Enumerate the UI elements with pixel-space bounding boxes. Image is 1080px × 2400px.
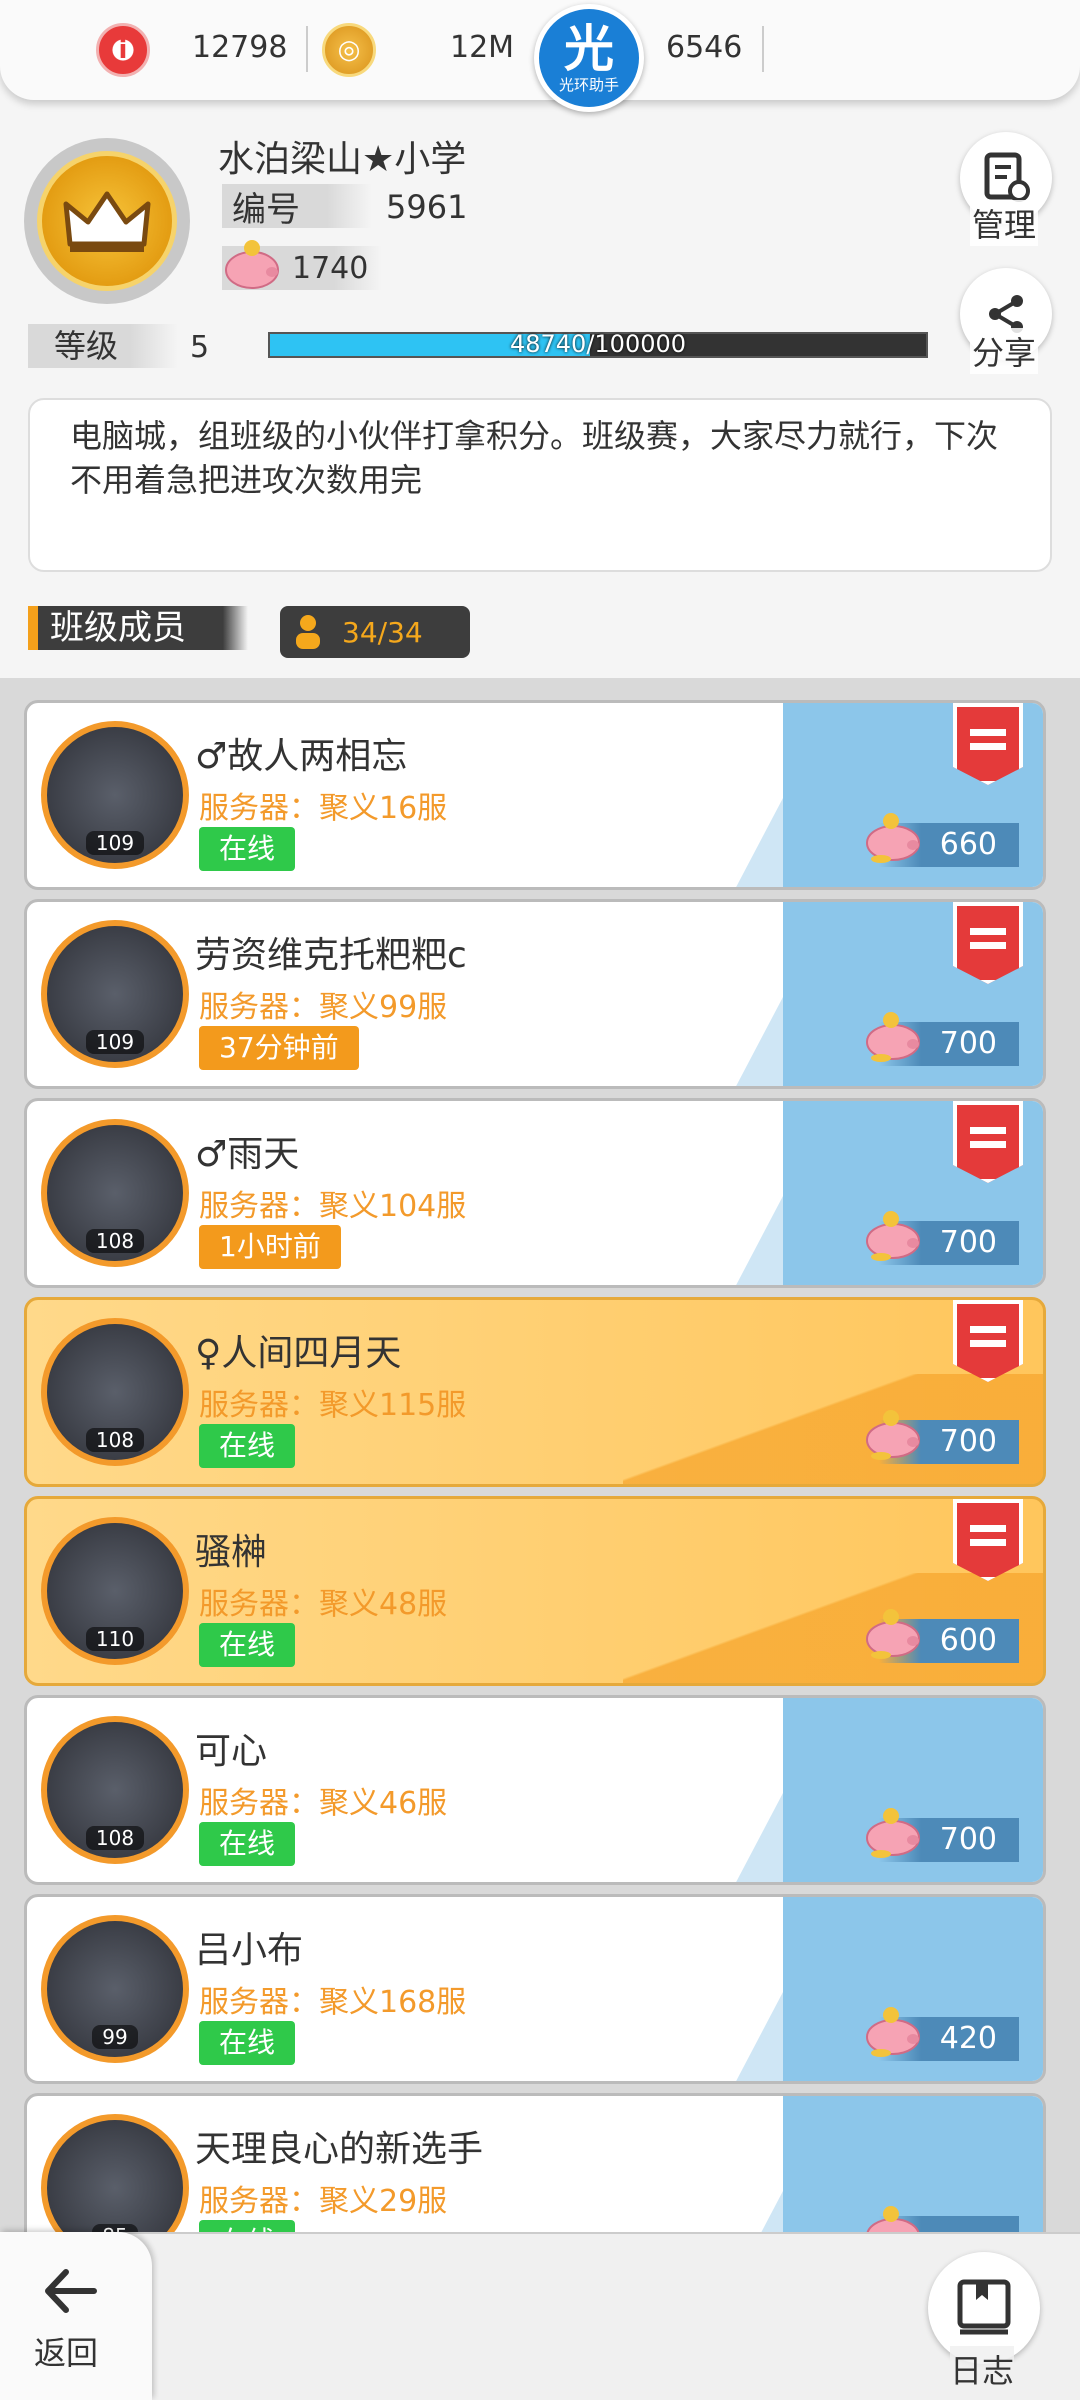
member-level: 108 <box>85 1229 145 1253</box>
book-icon <box>957 2279 1011 2335</box>
member-name: ♂雨天 <box>195 1134 300 1175</box>
member-card[interactable]: 109 劳资维克托粑粑c 服务器：聚义99服 37分钟前 700 <box>24 899 1046 1089</box>
red-coin-icon: i <box>96 23 150 77</box>
manage-icon <box>984 152 1030 202</box>
member-status: 37分钟前 <box>199 1026 359 1070</box>
member-name: 骚榊 <box>195 1532 268 1573</box>
members-title: 班级成员 <box>28 606 248 650</box>
member-server: 服务器：聚义16服 <box>199 791 448 826</box>
member-status: 在线 <box>199 1822 296 1866</box>
member-server: 服务器：聚义29服 <box>199 2184 448 2219</box>
pig-icon <box>866 2007 920 2057</box>
member-name: 可心 <box>195 1731 268 1772</box>
member-name: ♀人间四月天 <box>195 1333 402 1374</box>
manage-label[interactable]: 管理 <box>970 200 1039 246</box>
member-level: 108 <box>85 1826 145 1850</box>
member-name: 劳资维克托粑粑c <box>195 935 467 976</box>
member-status: 在线 <box>199 2021 296 2065</box>
pig-icon <box>866 1211 920 1261</box>
member-level: 99 <box>92 2025 138 2049</box>
member-status: 在线 <box>199 827 296 871</box>
member-server: 服务器：聚义115服 <box>199 1388 467 1423</box>
member-server: 服务器：聚义168服 <box>199 1985 467 2020</box>
level-label: 等级 <box>28 324 178 368</box>
member-status: 在线 <box>199 1424 296 1468</box>
class-emblem <box>24 138 190 304</box>
log-label[interactable]: 日志 <box>950 2346 1015 2392</box>
member-status: 1小时前 <box>199 1225 341 1269</box>
class-name: 水泊梁山★小学 <box>218 139 467 180</box>
member-card[interactable]: 108 可心 服务器：聚义46服 在线 700 <box>24 1695 1046 1885</box>
pig-icon <box>866 1410 920 1460</box>
bottom-bar <box>0 2232 1080 2400</box>
coin3-value: 6546 <box>666 30 743 65</box>
divider <box>762 26 764 72</box>
back-button[interactable]: 返回 <box>0 2232 152 2400</box>
id-label: 编号 <box>222 184 372 230</box>
member-server: 服务器：聚义99服 <box>199 990 448 1025</box>
member-avatar[interactable]: 109 <box>41 920 189 1068</box>
member-avatar[interactable]: 110 <box>41 1517 189 1665</box>
class-notice: 电脑城，组班级的小伙伴打拿积分。班级赛，大家尽力就行，下次不用着急把进攻次数用完 <box>28 398 1052 572</box>
member-avatar[interactable]: 109 <box>41 721 189 869</box>
crown-icon <box>37 151 177 291</box>
member-card[interactable]: 99 吕小布 服务器：聚义168服 在线 420 <box>24 1894 1046 2084</box>
member-level: 109 <box>85 831 145 855</box>
logo-text: 光环助手 <box>558 76 619 94</box>
pig-icon <box>866 1012 920 1062</box>
rank-badge-icon <box>953 1300 1023 1382</box>
level-value: 5 <box>190 330 210 365</box>
member-card[interactable]: 108 ♀人间四月天 服务器：聚义115服 在线 700 <box>24 1297 1046 1487</box>
member-count: 34/34 <box>280 606 470 658</box>
pig-points-value: 1740 <box>292 250 369 286</box>
coin2-value: 12M <box>450 30 515 65</box>
id-value: 5961 <box>386 188 468 226</box>
member-card[interactable]: 110 骚榊 服务器：聚义48服 在线 600 <box>24 1496 1046 1686</box>
logo-glyph: 光 <box>564 20 614 78</box>
gold-coin-icon: ◎ <box>322 23 376 77</box>
member-level: 109 <box>85 1030 145 1054</box>
member-level: 108 <box>85 1428 145 1452</box>
pig-icon <box>866 1808 920 1858</box>
member-name: 吕小布 <box>195 1930 304 1971</box>
xp-progress-bar: 48740/100000 <box>268 330 928 358</box>
member-avatar[interactable]: 99 <box>41 1915 189 2063</box>
member-avatar[interactable]: 108 <box>41 1318 189 1466</box>
member-avatar[interactable]: 108 <box>41 1716 189 1864</box>
rank-badge-icon <box>953 1499 1023 1581</box>
member-card[interactable]: 109 ♂故人两相忘 服务器：聚义16服 在线 660 <box>24 700 1046 890</box>
app-logo[interactable]: 光 光环助手 <box>534 4 644 112</box>
member-name: ♂故人两相忘 <box>195 736 408 777</box>
member-status: 在线 <box>199 1623 296 1667</box>
coin1-value: 12798 <box>192 30 288 65</box>
member-avatar[interactable]: 108 <box>41 1119 189 1267</box>
person-icon <box>296 615 320 649</box>
member-count-value: 34/34 <box>342 615 423 649</box>
divider <box>306 26 308 72</box>
member-server: 服务器：聚义104服 <box>199 1189 467 1224</box>
member-name: 天理良心的新选手 <box>195 2129 484 2170</box>
pig-icon <box>222 236 282 292</box>
xp-text: 48740/100000 <box>509 330 687 358</box>
back-arrow-icon <box>45 2269 97 2313</box>
member-server: 服务器：聚义48服 <box>199 1587 448 1622</box>
member-server: 服务器：聚义46服 <box>199 1786 448 1821</box>
coin-gold: ◎ <box>322 20 376 80</box>
member-level: 110 <box>85 1627 145 1651</box>
back-label[interactable]: 返回 <box>34 2328 98 2374</box>
member-card[interactable]: 108 ♂雨天 服务器：聚义104服 1小时前 700 <box>24 1098 1046 1288</box>
pig-icon <box>866 1609 920 1659</box>
coin-red: i <box>96 20 150 80</box>
share-label[interactable]: 分享 <box>970 328 1039 374</box>
pig-icon <box>866 813 920 863</box>
